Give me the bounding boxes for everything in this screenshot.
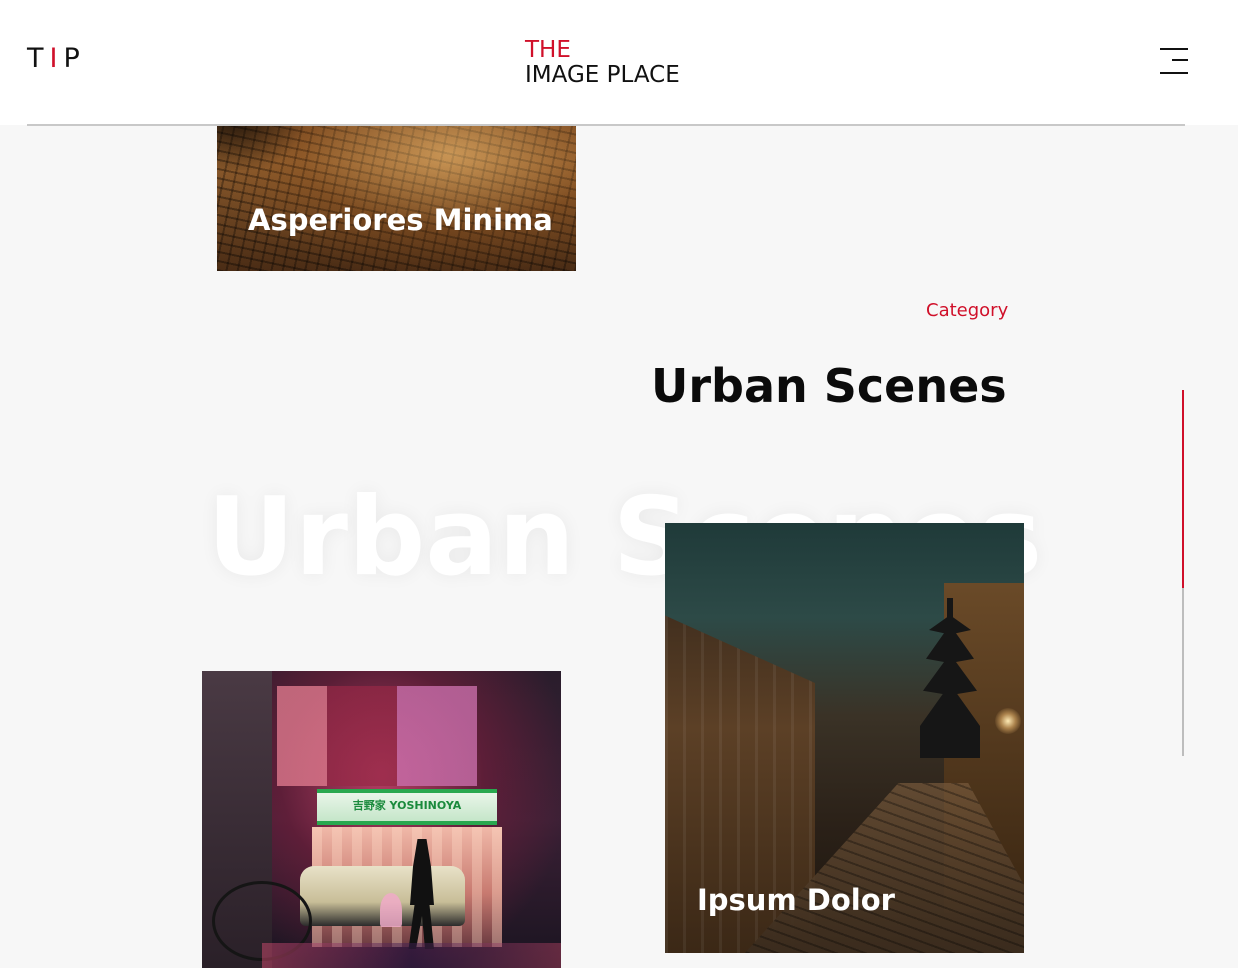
- menu-bar-middle: [1172, 59, 1188, 61]
- gallery-card-yoshinoya[interactable]: 吉野家 YOSHINOYA: [202, 671, 561, 968]
- menu-bar-bottom: [1160, 72, 1188, 74]
- yoshinoya-sign: 吉野家 YOSHINOYA: [317, 789, 497, 825]
- logo-letter-t: T: [27, 43, 50, 74]
- header-divider: [27, 124, 1185, 126]
- scroll-progress-thumb[interactable]: [1182, 390, 1184, 588]
- brand-line-image-place: IMAGE PLACE: [525, 62, 680, 88]
- street-lamp-glow: [995, 708, 1021, 734]
- card-title: Asperiores Minima: [248, 203, 553, 237]
- brand-title[interactable]: THE IMAGE PLACE: [525, 38, 680, 88]
- logo-letter-i: I: [49, 43, 64, 74]
- posters: [277, 686, 477, 786]
- menu-bar-top: [1160, 48, 1188, 50]
- site-header: TIP THE IMAGE PLACE: [0, 0, 1238, 126]
- gallery-card-kyoto-street[interactable]: Ipsum Dolor: [665, 523, 1024, 953]
- hamburger-menu-icon[interactable]: [1154, 46, 1188, 78]
- tip-logo[interactable]: TIP: [27, 42, 86, 76]
- card-title: Ipsum Dolor: [697, 883, 895, 917]
- umbrella: [380, 893, 402, 927]
- brand-line-the: THE: [525, 37, 571, 63]
- logo-letter-p: P: [63, 43, 86, 74]
- street-reflection: [262, 943, 561, 968]
- page: TIP THE IMAGE PLACE Asperiores Minima Ca…: [0, 0, 1238, 968]
- section-title: Urban Scenes: [651, 359, 1007, 413]
- category-label[interactable]: Category: [926, 300, 1008, 321]
